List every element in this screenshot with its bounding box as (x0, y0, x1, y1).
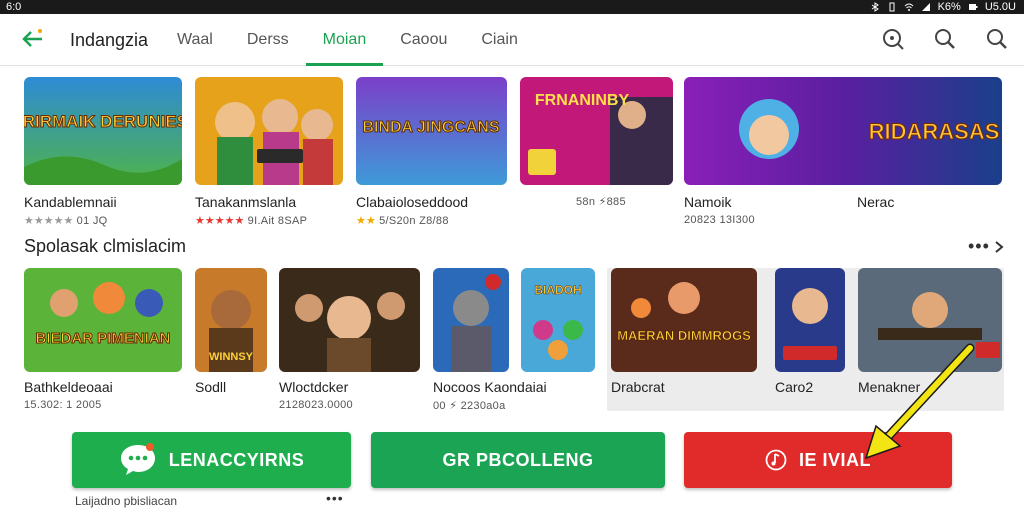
tab-waal[interactable]: Waal (160, 14, 230, 66)
battery-icon (968, 4, 978, 10)
game-meta: 2128023.0000 (279, 399, 353, 411)
red-action-button[interactable]: IE IVIAL (684, 432, 952, 488)
chat-bubble-icon (120, 443, 155, 475)
thumbnail-title: RIDARASAS (869, 119, 1000, 144)
game-title: Bathkeldeoaai (24, 379, 113, 395)
game-thumbnail[interactable] (279, 268, 420, 372)
game-thumbnail[interactable]: RIDARASAS (684, 77, 1002, 185)
game-thumbnail[interactable]: FRNANINBY (520, 77, 673, 185)
game-stat: 01 JQ (76, 215, 108, 227)
game-title: Tanakanmslanla (195, 194, 297, 210)
game-meta: ★★★★★ 01 JQ (24, 214, 182, 227)
status-time: 6:0 (6, 1, 22, 13)
back-arrow-icon[interactable] (20, 26, 46, 52)
game-title: Clabaioloseddood (356, 194, 469, 210)
game-stat: 5/S20n Z8/88 (379, 215, 449, 227)
header-actions (880, 26, 1010, 52)
game-card[interactable]: BIEDAR PIMENIAN Bathkeldeoaai 15.302: 1 … (24, 268, 182, 411)
game-card[interactable]: RIDARASAS Namoik 20823 13I300 (684, 77, 1002, 226)
game-card[interactable]: IRIRMAIK DERUNIES Kandablemnaii ★★★★★ 01… (24, 77, 182, 227)
game-card[interactable]: Caro2 (775, 268, 845, 395)
game-meta: 20823 13I300 (684, 214, 755, 226)
app-header: Indangzia Waal Derss Moian Caoou Ciain (0, 14, 1024, 66)
section-title: Spolasak clmislacim (24, 236, 187, 256)
thumbnail-title: BIADOH (534, 283, 581, 297)
rating-stars: ★★★★★ (195, 215, 245, 227)
secondary-action-label: GR PBCOLLENG (442, 449, 594, 470)
game-thumbnail[interactable]: WINNSY (195, 268, 267, 372)
game-meta: 58n ⚡885 (576, 196, 626, 208)
game-meta: ★★ 5/S20n Z8/88 (356, 214, 507, 227)
game-card[interactable]: WINNSY Sodll (195, 268, 267, 395)
secondary-action-button[interactable]: GR PBCOLLENG (371, 432, 665, 488)
game-meta: ★★★★★ 9I.Ait 8SAP (195, 214, 343, 227)
thumbnail-title: IRIRMAIK DERUNIES (24, 112, 182, 131)
thumbnail-title: WINNSY (209, 351, 254, 363)
chevron-right-icon[interactable] (994, 240, 1004, 254)
bluetooth-icon (871, 2, 879, 12)
tab-ciain[interactable]: Ciain (464, 14, 534, 66)
primary-action-button[interactable]: LENACCYIRNS (72, 432, 351, 488)
game-title: Nerac (857, 194, 895, 210)
game-title: Wloctdcker (279, 379, 349, 395)
thumbnail-title: FRNANINBY (535, 92, 630, 109)
footer-text: Laijadno pbisliacan (75, 494, 178, 508)
game-thumbnail[interactable] (775, 268, 845, 372)
more-options-icon[interactable]: ••• (968, 236, 990, 257)
tab-caoou[interactable]: Caoou (383, 14, 464, 66)
battery-percent: K6% (937, 1, 961, 13)
vibrate-icon (889, 2, 895, 12)
game-card[interactable]: MAERAN DIMMROGS Drabcrat (611, 268, 757, 395)
game-thumbnail[interactable] (195, 77, 343, 185)
tab-derss[interactable]: Derss (230, 14, 306, 66)
thumbnail-title: BINDA JINGCANS (362, 119, 500, 136)
game-thumbnail[interactable]: IRIRMAIK DERUNIES (24, 77, 182, 185)
game-title: Drabcrat (611, 379, 665, 395)
game-title: Nocoos Kaondaiai (433, 379, 547, 395)
game-stat: 9I.Ait 8SAP (247, 215, 308, 227)
game-title: Sodll (195, 379, 227, 395)
thumbnail-title: MAERAN DIMMROGS (617, 328, 751, 343)
rating-stars: ★★ (356, 215, 376, 227)
game-thumbnail[interactable] (433, 268, 509, 372)
game-thumbnail[interactable]: BIADOH (521, 268, 595, 372)
status-clock: U5.0U (984, 1, 1016, 13)
game-card[interactable]: Tanakanmslanla ★★★★★ 9I.Ait 8SAP (195, 77, 343, 227)
game-title: Kandablemnaii (24, 194, 117, 210)
game-title: Caro2 (775, 379, 814, 395)
search-icon-secondary[interactable] (984, 26, 1010, 52)
game-meta: 15.302: 1 2005 (24, 399, 102, 411)
game-card[interactable]: BINDA JINGCANS Clabaioloseddood ★★ 5/S20… (356, 77, 507, 227)
game-title: Namoik (684, 194, 732, 210)
wifi-icon (904, 3, 913, 11)
signal-icon (921, 3, 930, 11)
red-action-label: IE IVIAL (798, 449, 871, 470)
music-note-icon (765, 449, 787, 471)
footer-more-icon[interactable]: ••• (326, 490, 344, 506)
thumbnail-title: BIEDAR PIMENIAN (35, 330, 170, 347)
game-card[interactable]: Menakner (858, 268, 1002, 395)
tab-moian[interactable]: Moian (305, 14, 384, 66)
target-search-icon[interactable] (880, 26, 906, 52)
game-card[interactable]: BIADOH (521, 268, 595, 372)
primary-action-label: LENACCYIRNS (168, 449, 305, 470)
game-thumbnail[interactable]: BIEDAR PIMENIAN (24, 268, 182, 372)
tab-bar: Waal Derss Moian Caoou Ciain (160, 14, 535, 66)
status-icons: K6% U5.0U (870, 0, 1016, 14)
rating-stars: ★★★★★ (24, 215, 74, 227)
status-bar: 6:0 K6% U5.0U (0, 0, 1024, 14)
search-icon[interactable] (932, 26, 958, 52)
app-title: Indangzia (70, 30, 149, 50)
game-meta: 00 ⚡ 2230a0a (433, 400, 506, 412)
game-card[interactable]: Wloctdcker 2128023.0000 (279, 268, 420, 411)
game-thumbnail[interactable]: BINDA JINGCANS (356, 77, 507, 185)
game-thumbnail[interactable]: MAERAN DIMMROGS (611, 268, 757, 372)
game-title: Menakner (858, 379, 921, 395)
game-card[interactable]: FRNANINBY 58n ⚡885 (520, 77, 673, 208)
game-thumbnail[interactable] (858, 268, 1002, 372)
